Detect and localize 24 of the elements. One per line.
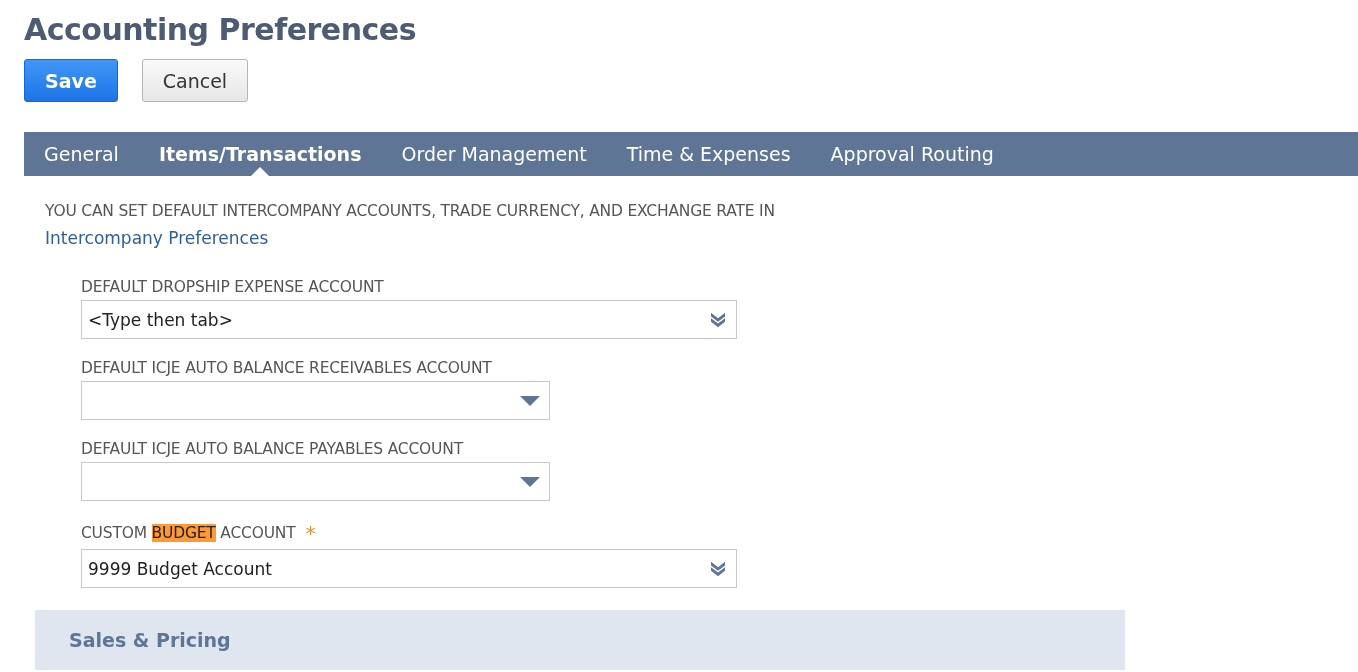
combo-field[interactable]: 9999 Budget Account — [81, 549, 737, 588]
tab[interactable]: Time & Expenses — [626, 132, 791, 176]
dropdown-arrow-icon[interactable] — [520, 395, 540, 406]
required-mark: * — [305, 521, 316, 545]
tab[interactable]: General — [44, 132, 119, 176]
save-button[interactable]: Save — [24, 59, 118, 102]
combo-field[interactable]: <Type then tab> — [81, 300, 737, 339]
tab[interactable]: Approval Routing — [830, 132, 994, 176]
tab[interactable]: Items/Transactions — [158, 132, 362, 176]
double-chevron-icon[interactable] — [709, 310, 727, 329]
field-label: CUSTOM BUDGET ACCOUNT — [81, 524, 296, 542]
dropdown-arrow-icon[interactable] — [520, 476, 540, 487]
field-label: DEFAULT ICJE AUTO BALANCE RECEIVABLES ACCOUNT — [81, 359, 492, 377]
double-chevron-icon[interactable] — [709, 559, 727, 578]
field-label: DEFAULT DROPSHIP EXPENSE ACCOUNT — [81, 278, 384, 296]
cancel-button[interactable]: Cancel — [141, 59, 249, 102]
section-header[interactable]: Sales & Pricing — [35, 610, 1125, 670]
select-field[interactable] — [81, 381, 550, 420]
field-label: DEFAULT ICJE AUTO BALANCE PAYABLES ACCOUNT — [81, 440, 463, 458]
tab[interactable]: Order Management — [401, 132, 587, 176]
notice-text: YOU CAN SET DEFAULT INTERCOMPANY ACCOUNTS, TRADE CURRENCY, AND EXCHANGE RATE IN — [45, 202, 776, 220]
preferences-link[interactable]: Intercompany Preferences — [45, 228, 1358, 248]
page-title: Accounting Preferences — [24, 12, 418, 47]
select-field[interactable] — [81, 462, 550, 501]
